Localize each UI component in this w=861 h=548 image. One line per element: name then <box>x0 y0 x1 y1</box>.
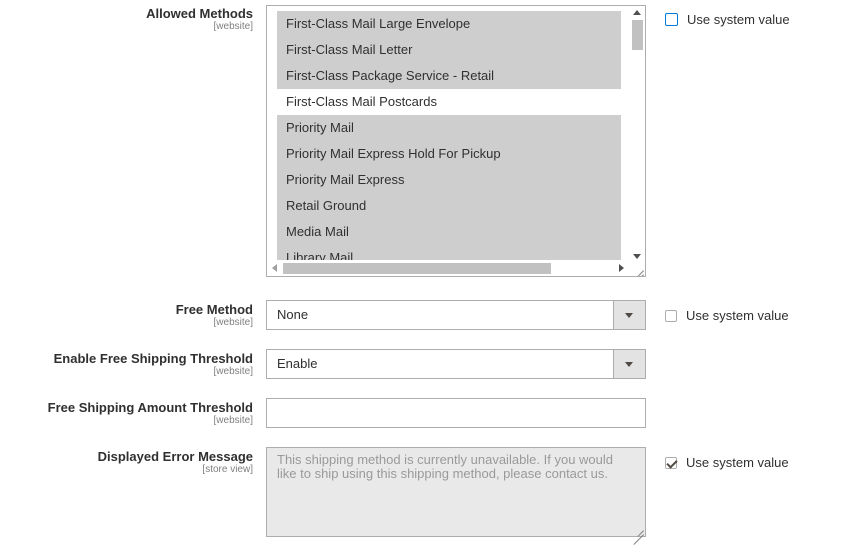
allowed-methods-options: First-Class Mail Large Envelope First-Cla… <box>277 11 621 271</box>
free-shipping-threshold-select[interactable]: Enable <box>266 349 646 379</box>
free-shipping-amount-label-group: Free Shipping Amount Threshold [website] <box>48 400 253 427</box>
free-method-label-group: Free Method [website] <box>176 302 253 329</box>
allowed-methods-multiselect[interactable]: First-Class Mail Large Envelope First-Cla… <box>266 5 646 277</box>
free-method-dropdown-button[interactable] <box>613 301 645 329</box>
free-shipping-threshold-scope: [website] <box>213 366 253 377</box>
allowed-method-option[interactable]: First-Class Mail Postcards <box>277 89 621 115</box>
free-shipping-threshold-row: Enable Free Shipping Threshold [website]… <box>0 349 861 379</box>
allowed-methods-scope: [website] <box>213 21 253 32</box>
free-shipping-threshold-label-group: Enable Free Shipping Threshold [website] <box>54 351 253 378</box>
error-message-textarea[interactable]: This shipping method is currently unavai… <box>266 447 646 537</box>
free-method-use-system-checkbox[interactable] <box>665 309 677 322</box>
free-shipping-amount-scope: [website] <box>213 415 253 426</box>
allowed-method-option[interactable]: Priority Mail Express Hold For Pickup <box>277 141 621 167</box>
allowed-method-option[interactable]: Priority Mail Express <box>277 167 621 193</box>
free-shipping-threshold-dropdown-button[interactable] <box>613 350 645 378</box>
free-method-use-system[interactable]: Use system value <box>665 308 789 323</box>
allowed-method-option[interactable]: Priority Mail <box>277 115 621 141</box>
allowed-methods-use-system-checkbox[interactable] <box>665 13 678 26</box>
scroll-left-icon[interactable] <box>272 264 277 272</box>
error-message-text: This shipping method is currently unavai… <box>277 452 614 481</box>
free-method-label: Free Method <box>175 302 253 317</box>
allowed-method-option[interactable]: First-Class Mail Letter <box>277 37 621 63</box>
free-method-scope: [website] <box>213 317 253 328</box>
error-message-use-system-label: Use system value <box>686 455 789 470</box>
resize-grip-icon[interactable] <box>633 524 644 535</box>
free-shipping-threshold-label: Enable Free Shipping Threshold <box>53 351 253 366</box>
resize-grip-icon[interactable] <box>633 264 644 275</box>
allowed-methods-row: Allowed Methods [website] First-Class Ma… <box>0 0 861 277</box>
horizontal-scrollbar[interactable] <box>267 260 630 276</box>
vertical-scrollbar[interactable] <box>628 6 645 261</box>
allowed-method-option[interactable]: First-Class Mail Large Envelope <box>277 11 621 37</box>
free-shipping-amount-input[interactable] <box>266 398 646 428</box>
allowed-method-option[interactable]: First-Class Package Service - Retail <box>277 63 621 89</box>
vertical-scroll-thumb[interactable] <box>632 20 643 50</box>
allowed-method-option[interactable]: Media Mail <box>277 219 621 245</box>
allowed-methods-label-group: Allowed Methods [website] <box>146 6 253 33</box>
error-message-label-group: Displayed Error Message [store view] <box>98 449 253 476</box>
allowed-method-option[interactable]: Retail Ground <box>277 193 621 219</box>
scroll-up-icon[interactable] <box>633 10 641 15</box>
free-shipping-amount-label: Free Shipping Amount Threshold <box>47 400 253 415</box>
free-method-row: Free Method [website] None Use system va… <box>0 300 861 330</box>
error-message-row: Displayed Error Message [store view] Thi… <box>0 447 861 537</box>
free-method-use-system-label: Use system value <box>686 308 789 323</box>
allowed-methods-use-system[interactable]: Use system value <box>665 12 790 27</box>
allowed-methods-label: Allowed Methods <box>146 6 253 21</box>
error-message-use-system[interactable]: Use system value <box>665 455 789 470</box>
free-shipping-threshold-value: Enable <box>277 356 318 371</box>
chevron-down-icon <box>625 313 633 318</box>
error-message-scope: [store view] <box>202 464 253 475</box>
allowed-methods-use-system-label: Use system value <box>687 12 790 27</box>
chevron-down-icon <box>625 362 633 367</box>
horizontal-scroll-thumb[interactable] <box>283 263 551 274</box>
free-method-value: None <box>277 307 309 322</box>
free-method-select[interactable]: None <box>266 300 646 330</box>
error-message-use-system-checkbox[interactable] <box>665 456 677 469</box>
error-message-label: Displayed Error Message <box>97 449 253 464</box>
scroll-down-icon[interactable] <box>633 254 641 259</box>
scroll-right-icon[interactable] <box>619 264 624 272</box>
